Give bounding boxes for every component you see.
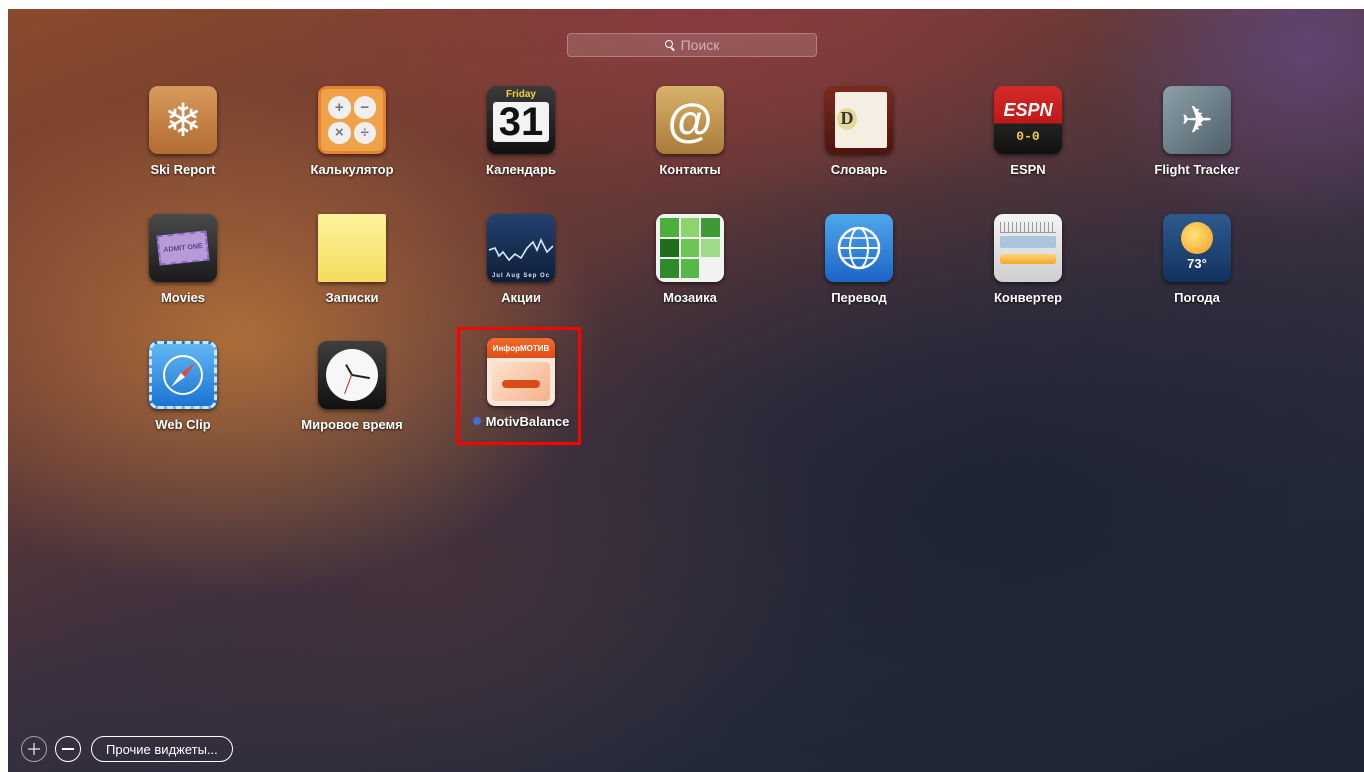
selection-highlight <box>457 327 581 445</box>
world-clock-icon <box>318 341 386 409</box>
widget-label: Movies <box>160 290 206 305</box>
ski-report-icon: ❄ <box>149 86 217 154</box>
search-placeholder: Поиск <box>680 37 720 53</box>
widget-label: Мировое время <box>301 417 403 432</box>
movies-icon: ADMIT ONE <box>149 214 217 282</box>
weather-icon: 73° <box>1163 214 1231 282</box>
web-clip-icon <box>149 341 217 409</box>
remove-widget-button[interactable] <box>55 736 81 762</box>
widget-unit-converter[interactable]: Конвертер <box>958 214 1098 305</box>
globe-icon <box>837 226 881 270</box>
flight-tracker-icon: ✈ <box>1163 86 1231 154</box>
widget-label: Акции <box>501 290 541 305</box>
stickies-icon <box>318 214 386 282</box>
widget-tile-game[interactable]: Мозаика <box>620 214 760 305</box>
widget-label: Web Clip <box>155 417 211 432</box>
widget-bar-controls: Прочие виджеты... <box>21 736 233 762</box>
widget-world-clock[interactable]: Мировое время <box>282 341 422 432</box>
widget-contacts[interactable]: @ Контакты <box>620 86 760 177</box>
calendar-day-name: Friday <box>505 89 536 100</box>
widget-label: Календарь <box>486 162 556 177</box>
widget-label: Перевод <box>831 290 887 305</box>
sun-icon <box>1181 222 1213 254</box>
calculator-icon: + − × ÷ <box>318 86 386 154</box>
calendar-date: 31 <box>493 102 549 142</box>
widget-label: ESPN <box>1010 162 1046 177</box>
calendar-icon: Friday 31 <box>487 86 555 154</box>
widget-label: Калькулятор <box>310 162 394 177</box>
widget-label: Мозаика <box>663 290 717 305</box>
widget-flight-tracker[interactable]: ✈ Flight Tracker <box>1127 86 1267 177</box>
widget-label: Словарь <box>830 162 888 177</box>
widget-stocks[interactable]: Jul Aug Sep Oc Акции <box>451 214 591 305</box>
stocks-icon: Jul Aug Sep Oc <box>487 214 555 282</box>
espn-logo-text: ESPN <box>1003 100 1053 120</box>
stocks-axis-text: Jul Aug Sep Oc <box>491 273 551 279</box>
weather-temperature: 73° <box>1187 256 1207 271</box>
widget-calculator[interactable]: + − × ÷ Калькулятор <box>282 86 422 177</box>
widget-label: Записки <box>325 290 379 305</box>
widget-label: Конвертер <box>993 290 1063 305</box>
contacts-icon: @ <box>656 86 724 154</box>
translation-icon <box>825 214 893 282</box>
widget-web-clip[interactable]: Web Clip <box>113 341 253 432</box>
widget-label: Контакты <box>659 162 721 177</box>
add-widget-button[interactable] <box>21 736 47 762</box>
espn-score-text: 0-0 <box>1016 129 1040 144</box>
unit-converter-icon <box>994 214 1062 282</box>
search-field[interactable]: Поиск <box>567 33 817 57</box>
widget-label: Flight Tracker <box>1154 162 1240 177</box>
search-icon <box>664 40 675 50</box>
widget-ski-report[interactable]: ❄ Ski Report <box>113 86 253 177</box>
widget-movies[interactable]: ADMIT ONE Movies <box>113 214 253 305</box>
widget-espn[interactable]: ESPN 0-0 ESPN <box>958 86 1098 177</box>
widget-label: Погода <box>1174 290 1220 305</box>
compass-icon <box>163 355 203 395</box>
tile-game-icon <box>656 214 724 282</box>
dashboard-background: Поиск ❄ Ski Report + − × ÷ Калькулятор Frid… <box>8 9 1364 772</box>
dictionary-icon <box>825 86 893 154</box>
widget-label: Ski Report <box>150 162 216 177</box>
widget-dictionary[interactable]: Словарь <box>789 86 929 177</box>
widget-stickies[interactable]: Записки <box>282 214 422 305</box>
widget-calendar[interactable]: Friday 31 Календарь <box>451 86 591 177</box>
widget-translation[interactable]: Перевод <box>789 214 929 305</box>
more-widgets-button[interactable]: Прочие виджеты... <box>91 736 233 762</box>
widget-weather[interactable]: 73° Погода <box>1127 214 1267 305</box>
espn-icon: ESPN 0-0 <box>994 86 1062 154</box>
movie-ticket-text: ADMIT ONE <box>156 230 210 266</box>
